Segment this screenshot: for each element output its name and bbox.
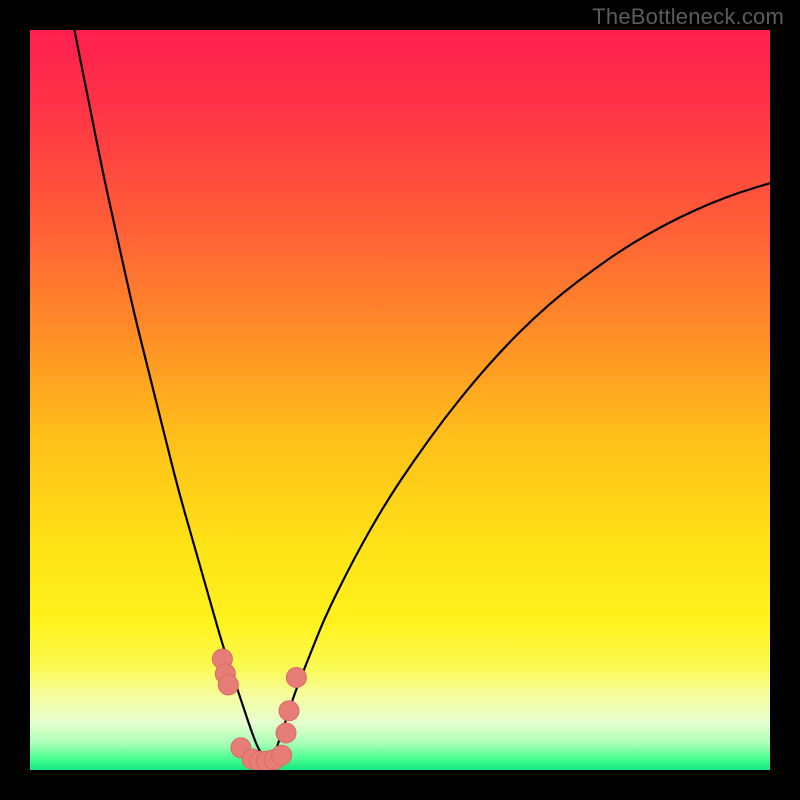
- watermark-text: TheBottleneck.com: [592, 4, 784, 30]
- marker-dot: [286, 668, 306, 688]
- highlight-markers: [212, 649, 306, 770]
- curve-layer: [30, 30, 770, 770]
- chart-frame: TheBottleneck.com: [0, 0, 800, 800]
- marker-dot: [276, 723, 296, 743]
- marker-dot: [272, 745, 292, 765]
- marker-dot: [218, 675, 238, 695]
- bottleneck-curve: [74, 30, 770, 758]
- plot-area: [30, 30, 770, 770]
- marker-dot: [279, 701, 299, 721]
